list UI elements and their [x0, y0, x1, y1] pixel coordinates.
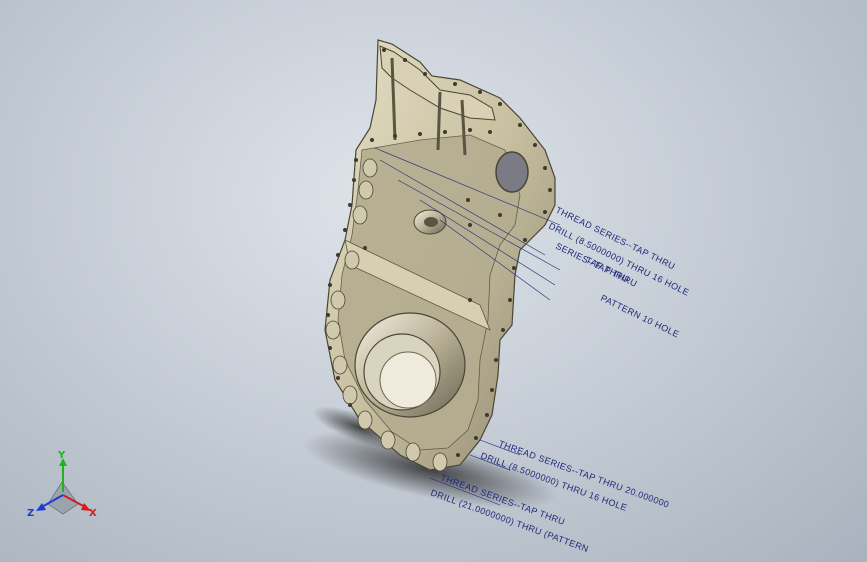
graphics-viewport[interactable]: THREAD SERIES--TAP THRU DRILL (8.5000000… [0, 0, 867, 562]
triad-label-x: X [89, 508, 97, 519]
orientation-triad[interactable]: Y X Z [27, 450, 97, 519]
bracket-rib-2 [436, 91, 442, 151]
hole-callouts-upper[interactable]: THREAD SERIES--TAP THRU DRILL (8.5000000… [547, 205, 691, 340]
callout-upper-5[interactable]: PATTERN 10 HOLE [599, 293, 681, 340]
upper-bore-opening[interactable] [495, 151, 529, 193]
triad-arrow-z [36, 503, 46, 511]
gearbox-housing-part[interactable] [324, 39, 556, 472]
small-boss-hole [424, 217, 438, 227]
triad-label-y: Y [57, 450, 66, 461]
triad-label-z: Z [27, 508, 34, 519]
main-bore-inner [379, 351, 437, 409]
